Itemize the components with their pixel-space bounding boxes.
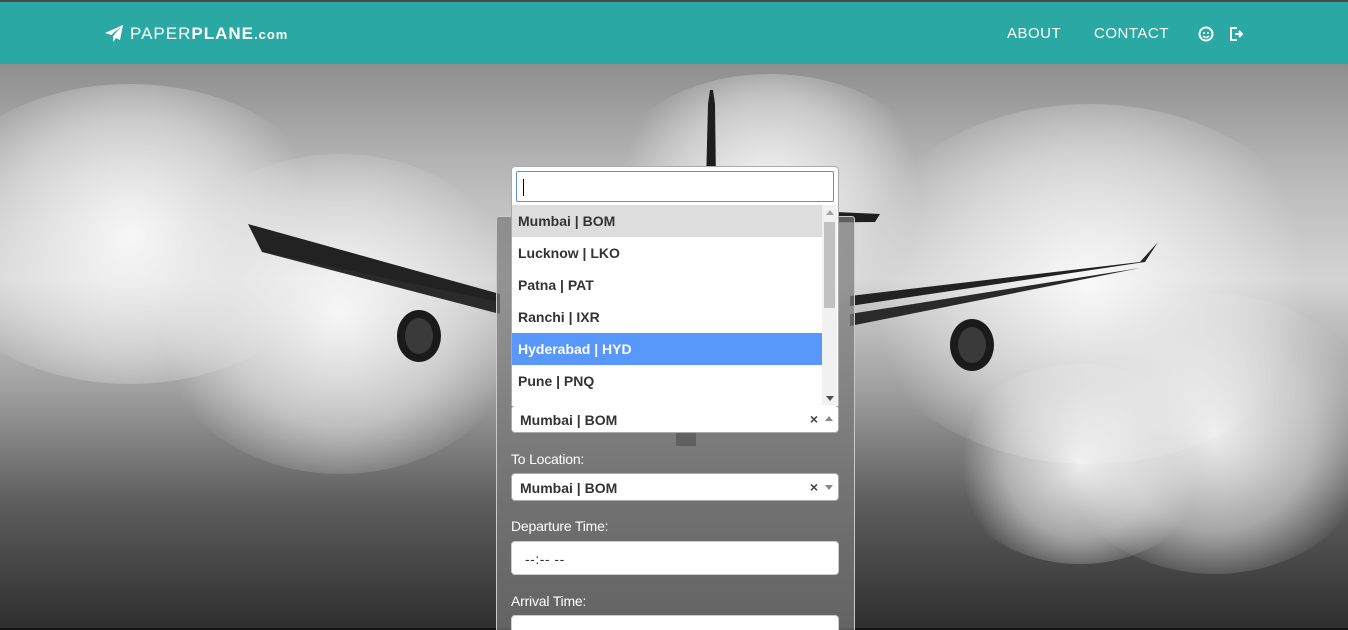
dropdown-option[interactable]: Lucknow | LKO	[512, 237, 822, 269]
location-dropdown: Mumbai | BOM Lucknow | LKO Patna | PAT R…	[511, 166, 839, 406]
dropdown-option[interactable]: Ranchi | IXR	[512, 301, 822, 333]
dropdown-option[interactable]: Patna | PAT	[512, 269, 822, 301]
nav-contact-link[interactable]: CONTACT	[1094, 25, 1169, 42]
text-caret	[523, 179, 524, 196]
to-location-value: Mumbai | BOM	[520, 480, 618, 496]
arrival-time-input[interactable]	[511, 615, 839, 630]
chevron-down-icon	[825, 485, 833, 490]
logout-icon[interactable]	[1228, 26, 1244, 42]
from-location-select[interactable]: Mumbai | BOM ×	[511, 405, 839, 433]
clear-icon[interactable]: ×	[810, 479, 818, 495]
departure-time-value: --:-- --	[525, 551, 565, 567]
chevron-up-icon	[825, 416, 833, 421]
dropdown-option[interactable]: Mumbai | BOM	[512, 205, 822, 237]
dropdown-options-list: Mumbai | BOM Lucknow | LKO Patna | PAT R…	[512, 205, 822, 405]
scrollbar-thumb[interactable]	[824, 222, 835, 308]
dropdown-option[interactable]: Hyderabad | HYD	[512, 333, 822, 365]
scroll-down-arrow-icon[interactable]	[826, 396, 834, 401]
scroll-up-arrow-icon[interactable]	[826, 210, 834, 215]
arrival-time-label: Arrival Time:	[511, 593, 587, 609]
brand-logo[interactable]: PAPERPLANE.com	[104, 22, 288, 46]
departure-time-input[interactable]: --:-- --	[511, 541, 839, 575]
paper-plane-icon	[105, 25, 123, 42]
to-location-select[interactable]: Mumbai | BOM ×	[511, 473, 839, 501]
dropdown-scrollbar[interactable]	[822, 205, 837, 405]
clear-icon[interactable]: ×	[810, 411, 818, 427]
from-location-value: Mumbai | BOM	[520, 412, 618, 428]
dropdown-search-input[interactable]	[516, 171, 834, 202]
user-smile-icon[interactable]	[1198, 26, 1214, 42]
brand-name: PAPERPLANE.com	[130, 24, 289, 43]
top-navbar: PAPERPLANE.com ABOUT CONTACT	[0, 0, 1348, 64]
to-location-label: To Location:	[511, 451, 585, 467]
departure-time-label: Departure Time:	[511, 518, 609, 534]
dropdown-option[interactable]: Pune | PNQ	[512, 365, 822, 397]
nav-about-link[interactable]: ABOUT	[1007, 25, 1061, 42]
